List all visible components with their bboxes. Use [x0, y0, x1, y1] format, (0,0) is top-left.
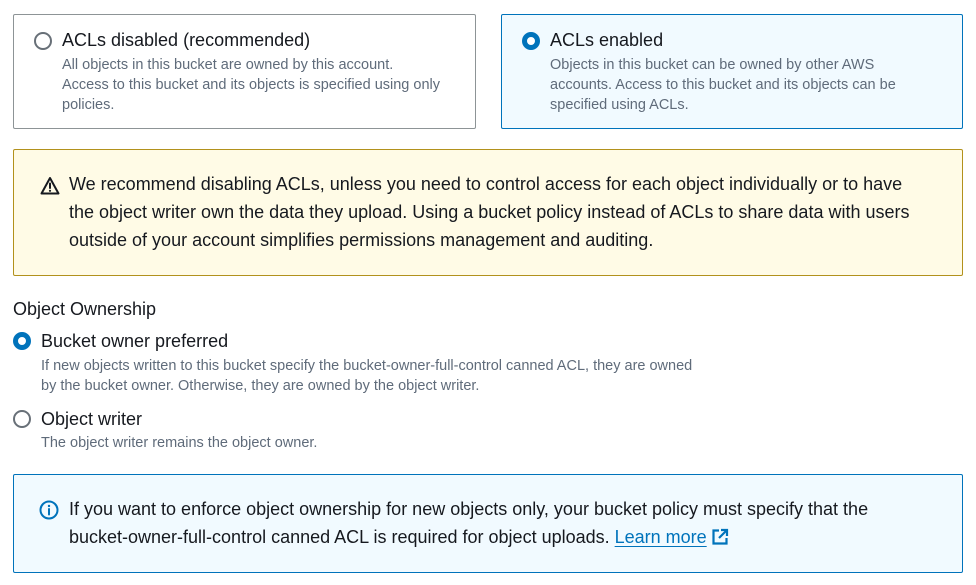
acl-warning-alert: We recommend disabling ACLs, unless you …	[13, 149, 963, 276]
object-writer-radio[interactable]	[13, 410, 31, 428]
acl-enabled-radio[interactable]	[522, 32, 540, 50]
learn-more-link[interactable]: Learn more	[615, 527, 707, 547]
ownership-info-text-block: If you want to enforce object ownership …	[69, 495, 919, 554]
bucket-owner-preferred-title[interactable]: Bucket owner preferred	[41, 329, 228, 353]
acl-enabled-tile[interactable]: ACLs enabled Objects in this bucket can …	[501, 14, 963, 129]
acl-enabled-description: Objects in this bucket can be owned by o…	[550, 57, 896, 113]
object-ownership-label: Object Ownership	[13, 299, 157, 319]
acl-disabled-title: ACLs disabled (recommended)	[62, 30, 311, 50]
acl-disabled-radio[interactable]	[34, 32, 52, 50]
ownership-info-text: If you want to enforce object ownership …	[69, 499, 869, 547]
acl-enabled-title: ACLs enabled	[550, 30, 664, 50]
acl-disabled-tile[interactable]: ACLs disabled (recommended) All objects …	[13, 14, 476, 129]
ownership-info-alert: If you want to enforce object ownership …	[13, 474, 963, 573]
bucket-owner-preferred-description: If new objects written to this bucket sp…	[41, 358, 693, 394]
object-writer-title[interactable]: Object writer	[41, 407, 142, 431]
info-circle-icon	[39, 500, 59, 525]
bucket-owner-preferred-radio[interactable]	[13, 332, 31, 350]
object-writer-description: The object writer remains the object own…	[41, 435, 318, 451]
warning-triangle-icon	[40, 176, 60, 201]
acl-warning-text: We recommend disabling ACLs, unless you …	[69, 174, 910, 250]
external-link-icon[interactable]	[711, 526, 729, 554]
acl-disabled-description: All objects in this bucket are owned by …	[62, 57, 440, 113]
